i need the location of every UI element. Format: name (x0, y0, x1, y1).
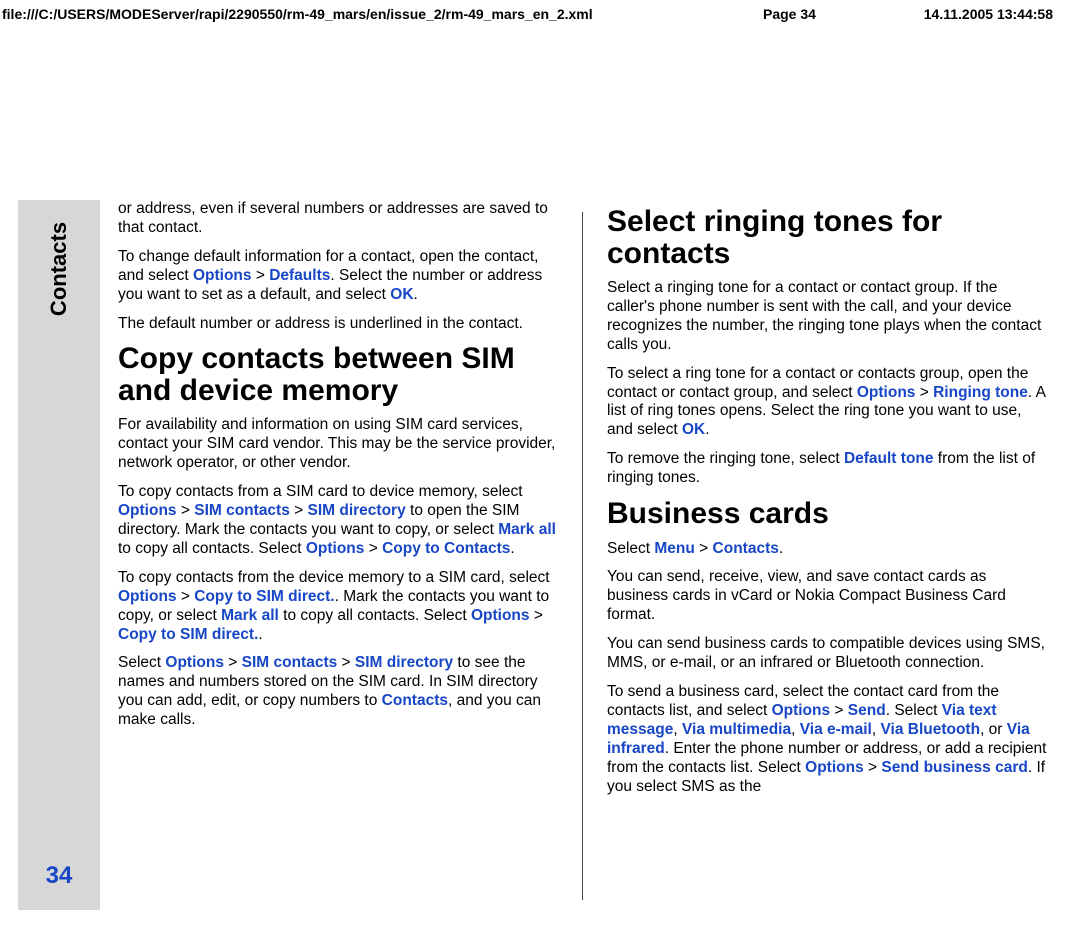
text: to copy all contacts. Select (279, 607, 471, 624)
page-body: Contacts 34 or address, even if several … (18, 200, 1047, 910)
header-page: Page 34 (763, 6, 873, 22)
paragraph: To copy contacts from the device memory … (118, 569, 558, 645)
text: , (673, 721, 682, 738)
paragraph: To select a ring tone for a contact or c… (607, 365, 1047, 441)
ui-option: SIM directory (308, 502, 406, 519)
ui-option: Defaults (269, 267, 330, 284)
text: . (414, 286, 418, 303)
ui-option: Options (857, 384, 916, 401)
ui-option: Options (471, 607, 530, 624)
ui-option: Copy to Contacts (382, 540, 510, 557)
sidebar-section-label: Contacts (46, 222, 72, 316)
paragraph: You can send business cards to compatibl… (607, 635, 1047, 673)
heading: Select ringing tones for contacts (607, 206, 1047, 269)
text: . (779, 540, 783, 557)
ui-option: Options (193, 267, 252, 284)
text: to copy all contacts. Select (118, 540, 306, 557)
ui-option: Copy to SIM direct. (118, 626, 258, 643)
sidebar-page-number: 34 (18, 862, 100, 890)
ui-option: Copy to SIM direct. (194, 588, 334, 605)
paragraph: The default number or address is underli… (118, 315, 558, 334)
header-date: 14.11.2005 13:44:58 (873, 6, 1053, 22)
ui-option: Send (848, 702, 886, 719)
text: To remove the ringing tone, select (607, 450, 844, 467)
ui-option: Options (805, 759, 864, 776)
column-divider (582, 212, 583, 900)
text: To copy contacts from a SIM card to devi… (118, 483, 523, 500)
paragraph: Select a ringing tone for a contact or c… (607, 279, 1047, 355)
ui-option: Options (772, 702, 831, 719)
text: Select (118, 654, 165, 671)
print-header: file:///C:/USERS/MODEServer/rapi/2290550… (0, 0, 1065, 26)
ui-option: OK (682, 421, 705, 438)
ui-option: Ringing tone (933, 384, 1028, 401)
breadcrumb-separator: > (337, 654, 355, 671)
text: . (258, 626, 262, 643)
ui-option: Via multimedia (682, 721, 791, 738)
ui-option: Via Bluetooth (880, 721, 980, 738)
paragraph: To change default information for a cont… (118, 248, 558, 305)
ui-option: Contacts (713, 540, 779, 557)
text: . (510, 540, 514, 557)
paragraph: For availability and information on usin… (118, 416, 558, 473)
breadcrumb-separator: > (290, 502, 308, 519)
paragraph: Select Options > SIM contacts > SIM dire… (118, 654, 558, 730)
header-url: file:///C:/USERS/MODEServer/rapi/2290550… (0, 6, 763, 22)
ui-option: OK (390, 286, 413, 303)
heading: Business cards (607, 498, 1047, 530)
text: . (705, 421, 709, 438)
ui-option: SIM contacts (194, 502, 290, 519)
ui-option: SIM contacts (242, 654, 338, 671)
ui-option: SIM directory (355, 654, 453, 671)
paragraph: or address, even if several numbers or a… (118, 200, 558, 238)
paragraph: To copy contacts from a SIM card to devi… (118, 483, 558, 559)
ui-option: Menu (654, 540, 694, 557)
breadcrumb-separator: > (864, 759, 882, 776)
text: . Select (886, 702, 942, 719)
breadcrumb-separator: > (915, 384, 933, 401)
text: , or (980, 721, 1007, 738)
breadcrumb-separator: > (177, 502, 195, 519)
ui-option: Via e-mail (800, 721, 872, 738)
breadcrumb-separator: > (364, 540, 382, 557)
ui-option: Contacts (382, 692, 448, 709)
column-left: or address, even if several numbers or a… (118, 200, 558, 910)
text: , (791, 721, 800, 738)
ui-option: Mark all (221, 607, 279, 624)
ui-option: Send business card (881, 759, 1027, 776)
paragraph: To remove the ringing tone, select Defau… (607, 450, 1047, 488)
ui-option: Default tone (844, 450, 934, 467)
heading: Copy contacts between SIM and device mem… (118, 343, 558, 406)
breadcrumb-separator: > (224, 654, 242, 671)
ui-option: Options (118, 588, 177, 605)
column-right: Select ringing tones for contacts Select… (607, 200, 1047, 910)
breadcrumb-separator: > (695, 540, 713, 557)
breadcrumb-separator: > (530, 607, 543, 624)
breadcrumb-separator: > (830, 702, 848, 719)
breadcrumb-separator: > (252, 267, 270, 284)
paragraph: Select Menu > Contacts. (607, 540, 1047, 559)
paragraph: To send a business card, select the cont… (607, 683, 1047, 796)
text: To copy contacts from the device memory … (118, 569, 550, 586)
breadcrumb-separator: > (177, 588, 195, 605)
ui-option: Options (165, 654, 224, 671)
text: Select (607, 540, 654, 557)
sidebar: Contacts 34 (18, 200, 100, 910)
content-columns: or address, even if several numbers or a… (118, 200, 1047, 910)
ui-option: Options (118, 502, 177, 519)
ui-option: Options (306, 540, 365, 557)
paragraph: You can send, receive, view, and save co… (607, 568, 1047, 625)
ui-option: Mark all (498, 521, 556, 538)
